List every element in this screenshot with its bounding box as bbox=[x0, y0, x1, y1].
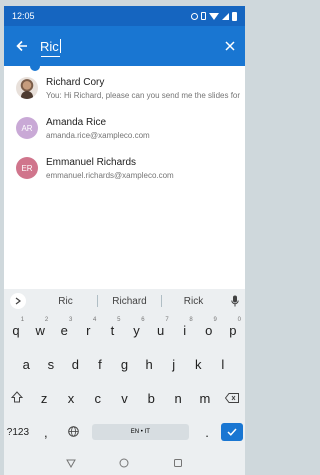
key-t[interactable]: t5 bbox=[100, 317, 124, 338]
shift-icon[interactable] bbox=[4, 390, 31, 406]
result-name: Amanda Rice bbox=[46, 116, 107, 128]
signal-icon bbox=[222, 12, 229, 20]
check-icon[interactable] bbox=[220, 423, 243, 441]
key-z[interactable]: z bbox=[31, 391, 58, 406]
key-h[interactable]: h bbox=[137, 357, 162, 372]
key-n[interactable]: n bbox=[165, 391, 192, 406]
key-u[interactable]: u7 bbox=[149, 317, 173, 338]
phone-screen: 12:05 Ric Richard Cory You: Hi Richard, … bbox=[4, 6, 245, 475]
mic-icon[interactable] bbox=[225, 295, 245, 307]
result-detail: emmanuel.richards@xampleco.com bbox=[46, 170, 174, 180]
symbols-key[interactable]: ?123 bbox=[4, 427, 32, 438]
globe-icon[interactable] bbox=[60, 425, 88, 440]
key-r[interactable]: r4 bbox=[76, 317, 100, 338]
key-f[interactable]: f bbox=[88, 357, 113, 372]
status-bar: 12:05 bbox=[4, 6, 245, 26]
suggestion[interactable]: Rick bbox=[162, 296, 225, 307]
key-c[interactable]: c bbox=[84, 391, 111, 406]
key-y[interactable]: y6 bbox=[124, 317, 148, 338]
avatar: AR bbox=[16, 117, 38, 139]
key-p[interactable]: p0 bbox=[221, 317, 245, 338]
wifi-icon bbox=[209, 12, 219, 20]
search-input[interactable]: Ric bbox=[40, 26, 215, 66]
avatar bbox=[16, 77, 38, 99]
key-a[interactable]: a bbox=[14, 357, 39, 372]
key-x[interactable]: x bbox=[58, 391, 85, 406]
avatar: ER bbox=[16, 157, 38, 179]
chevron-right-icon[interactable] bbox=[10, 293, 26, 309]
comma-key[interactable]: , bbox=[32, 425, 60, 440]
recents-square-icon[interactable] bbox=[173, 455, 183, 473]
keyboard: Ric Richard Rick q1 w2 e3 r4 t5 y6 u7 i8… bbox=[4, 289, 245, 452]
navigation-bar bbox=[4, 452, 245, 475]
backspace-icon[interactable] bbox=[218, 391, 245, 406]
key-o[interactable]: o9 bbox=[197, 317, 221, 338]
key-row-1: q1 w2 e3 r4 t5 y6 u7 i8 o9 p0 bbox=[4, 313, 245, 347]
period-key[interactable]: . bbox=[193, 425, 221, 440]
key-k[interactable]: k bbox=[186, 357, 211, 372]
key-w[interactable]: w2 bbox=[28, 317, 52, 338]
status-time: 12:05 bbox=[12, 11, 35, 21]
key-s[interactable]: s bbox=[39, 357, 64, 372]
result-row[interactable]: ER Emmanuel Richards emmanuel.richards@x… bbox=[4, 148, 245, 188]
key-b[interactable]: b bbox=[138, 391, 165, 406]
battery-icon bbox=[232, 11, 237, 21]
suggestion[interactable]: Richard bbox=[98, 296, 161, 307]
clear-icon[interactable] bbox=[215, 26, 245, 66]
key-i[interactable]: i8 bbox=[173, 317, 197, 338]
search-query: Ric bbox=[40, 38, 60, 57]
space-bar[interactable]: EN • IT bbox=[91, 424, 190, 440]
key-g[interactable]: g bbox=[112, 357, 137, 372]
key-q[interactable]: q1 bbox=[4, 317, 28, 338]
key-j[interactable]: j bbox=[161, 357, 186, 372]
key-row-3: z x c v b n m bbox=[4, 381, 245, 415]
vibrate-icon bbox=[201, 12, 206, 20]
key-m[interactable]: m bbox=[191, 391, 218, 406]
key-row-2: a s d f g h j k l bbox=[4, 347, 245, 381]
result-row[interactable]: AR Amanda Rice amanda.rice@xampleco.com bbox=[4, 108, 245, 148]
status-icons bbox=[191, 11, 237, 21]
back-triangle-icon[interactable] bbox=[65, 455, 76, 473]
home-circle-icon[interactable] bbox=[119, 455, 129, 473]
text-cursor bbox=[59, 39, 61, 53]
suggestion-strip: Ric Richard Rick bbox=[4, 289, 245, 313]
key-l[interactable]: l bbox=[211, 357, 236, 372]
search-bar: Ric bbox=[4, 26, 245, 66]
key-v[interactable]: v bbox=[111, 391, 138, 406]
key-d[interactable]: d bbox=[63, 357, 88, 372]
result-name: Emmanuel Richards bbox=[46, 156, 137, 168]
key-e[interactable]: e3 bbox=[52, 317, 76, 338]
search-results: Richard Cory You: Hi Richard, please can… bbox=[4, 68, 245, 188]
result-detail: You: Hi Richard, please can you send me … bbox=[46, 90, 241, 100]
result-name: Richard Cory bbox=[46, 76, 105, 88]
suggestion[interactable]: Ric bbox=[34, 296, 97, 307]
result-row[interactable]: Richard Cory You: Hi Richard, please can… bbox=[4, 68, 245, 108]
key-row-4: ?123 , EN • IT . bbox=[4, 415, 245, 449]
result-detail: amanda.rice@xampleco.com bbox=[46, 130, 150, 140]
alarm-icon bbox=[191, 12, 198, 20]
